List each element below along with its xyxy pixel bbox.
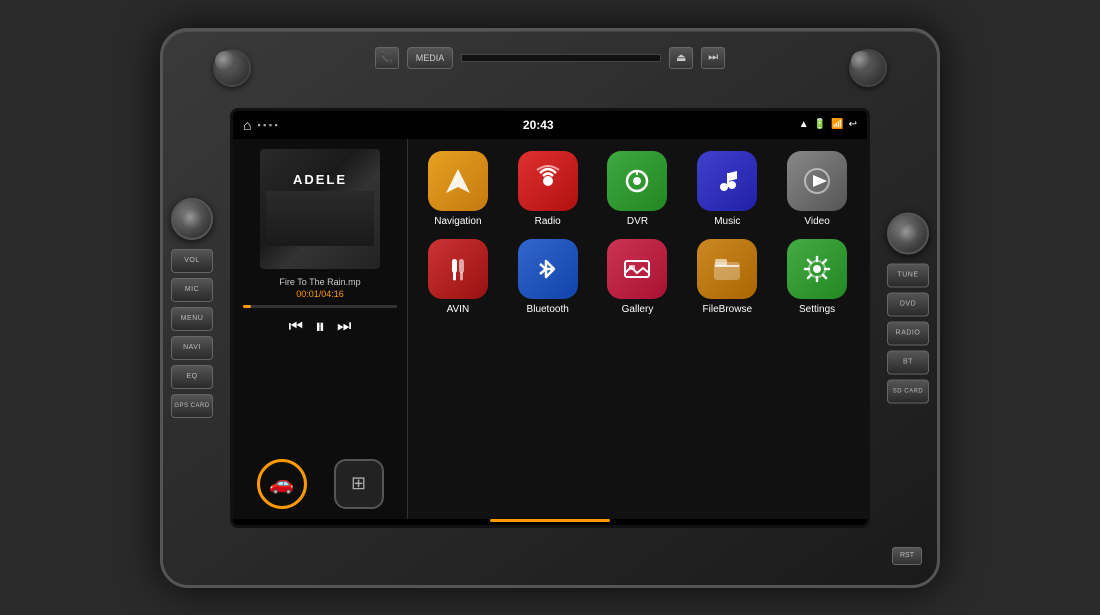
app-img-video (787, 151, 847, 211)
app-icon-bluetooth[interactable]: Bluetooth (513, 239, 583, 315)
progress-fill (243, 305, 251, 308)
back-icon[interactable]: ↩ (849, 119, 857, 130)
tune-knob[interactable] (887, 212, 929, 254)
app-label-video: Video (804, 216, 829, 227)
left-volume-knob[interactable] (213, 49, 251, 87)
progress-bar[interactable] (243, 305, 397, 308)
app-label-navigation: Navigation (434, 216, 481, 227)
prev-button[interactable]: ⏮ (289, 318, 303, 336)
sd-card-label: SD CARD (887, 379, 929, 403)
app-icon-music[interactable]: Music (692, 151, 762, 227)
app-img-navigation (428, 151, 488, 211)
indicator-line (490, 519, 610, 522)
car-icon-button[interactable]: 🚗 (257, 459, 307, 509)
wifi-icon: ▲ (799, 119, 809, 130)
battery-icon: 🔋 (814, 119, 826, 130)
app-grid: Navigation Radio DVR Music Video AVIN (408, 139, 867, 519)
bt-button[interactable]: BT (887, 350, 929, 374)
artist-name: ADELE (293, 172, 347, 187)
app-icon-video[interactable]: Video (782, 151, 852, 227)
tune-label: TUNE (887, 263, 929, 287)
car-head-unit: 📞 MEDIA ⏏ ⏭ VOL MIC MENU NAVI EQ GPS CAR… (160, 28, 940, 588)
app-label-gallery: Gallery (622, 304, 654, 315)
app-img-music (697, 151, 757, 211)
main-content: ADELE Fire To The Rain.mp 00:01/04:16 ⏮ … (233, 139, 867, 519)
status-time: 20:43 (523, 118, 554, 132)
home-icon[interactable]: ⌂ (243, 117, 251, 133)
app-icon-radio[interactable]: Radio (513, 151, 583, 227)
playback-controls: ⏮ ⏸ ⏭ (243, 316, 397, 339)
skip-button[interactable]: ⏭ (701, 47, 725, 69)
app-icon-avin[interactable]: AVIN (423, 239, 493, 315)
music-player: ADELE Fire To The Rain.mp 00:01/04:16 ⏮ … (233, 139, 408, 519)
left-side-buttons: VOL MIC MENU NAVI EQ GPS CARD (171, 198, 213, 418)
next-button[interactable]: ⏭ (337, 318, 351, 336)
bottom-bar (233, 519, 867, 525)
song-title: Fire To The Rain.mp (243, 277, 397, 287)
main-screen: ⌂ ▪ ▪ ▪ ▪ 20:43 ▲ 🔋 📶 ↩ ADELE (230, 108, 870, 528)
song-time: 00:01/04:16 (243, 289, 397, 299)
right-side-buttons: TUNE DVD RADIO BT SD CARD (887, 212, 929, 403)
radio-button[interactable]: RADIO (887, 321, 929, 345)
app-img-avin (428, 239, 488, 299)
pause-button[interactable]: ⏸ (315, 316, 325, 339)
app-icon-filebrowser[interactable]: FileBrowse (692, 239, 762, 315)
grid-icon-button[interactable]: ⊞ (334, 459, 384, 509)
navi-button[interactable]: NAVI (171, 336, 213, 360)
car-icon: 🚗 (269, 471, 294, 496)
media-button[interactable]: MEDIA (407, 47, 454, 69)
app-label-avin: AVIN (447, 304, 470, 315)
app-img-bluetooth (518, 239, 578, 299)
app-row-2: AVIN Bluetooth Gallery FileBrowse Settin… (418, 239, 857, 315)
app-img-dvr (607, 151, 667, 211)
app-img-settings (787, 239, 847, 299)
cd-slot (461, 54, 661, 62)
app-label-bluetooth: Bluetooth (527, 304, 569, 315)
phone-button[interactable]: 📞 (375, 47, 399, 69)
app-label-music: Music (714, 216, 740, 227)
top-controls: 📞 MEDIA ⏏ ⏭ (263, 47, 837, 69)
app-img-radio (518, 151, 578, 211)
vol-knob[interactable] (171, 198, 213, 240)
menu-button[interactable]: MENU (171, 307, 213, 331)
mic-button[interactable]: MIC (171, 278, 213, 302)
app-img-gallery (607, 239, 667, 299)
app-icon-navigation[interactable]: Navigation (423, 151, 493, 227)
vol-label: VOL (171, 249, 213, 273)
eq-button[interactable]: EQ (171, 365, 213, 389)
grid-icon: ⊞ (351, 473, 366, 494)
notification-icons: ▪ ▪ ▪ ▪ (257, 120, 277, 130)
bottom-icons: 🚗 ⊞ (243, 459, 397, 509)
app-icon-settings[interactable]: Settings (782, 239, 852, 315)
album-art: ADELE (260, 149, 380, 269)
status-bar: ⌂ ▪ ▪ ▪ ▪ 20:43 ▲ 🔋 📶 ↩ (233, 111, 867, 139)
right-tune-knob[interactable] (849, 49, 887, 87)
android-ui: ⌂ ▪ ▪ ▪ ▪ 20:43 ▲ 🔋 📶 ↩ ADELE (233, 111, 867, 525)
app-icon-dvr[interactable]: DVR (602, 151, 672, 227)
top-bar: 📞 MEDIA ⏏ ⏭ (223, 43, 877, 73)
status-right: ▲ 🔋 📶 ↩ (799, 119, 857, 130)
dvd-button[interactable]: DVD (887, 292, 929, 316)
app-label-radio: Radio (535, 216, 561, 227)
eject-button[interactable]: ⏏ (669, 47, 693, 69)
app-icon-gallery[interactable]: Gallery (602, 239, 672, 315)
app-label-settings: Settings (799, 304, 835, 315)
app-label-dvr: DVR (627, 216, 648, 227)
app-img-filebrowser (697, 239, 757, 299)
app-row-1: Navigation Radio DVR Music Video (418, 151, 857, 227)
app-label-filebrowser: FileBrowse (703, 304, 752, 315)
status-left: ⌂ ▪ ▪ ▪ ▪ (243, 117, 278, 133)
signal-icon: 📶 (831, 119, 843, 130)
rst-button[interactable]: RST (892, 547, 922, 565)
gps-card-label: GPS CARD (171, 394, 213, 418)
